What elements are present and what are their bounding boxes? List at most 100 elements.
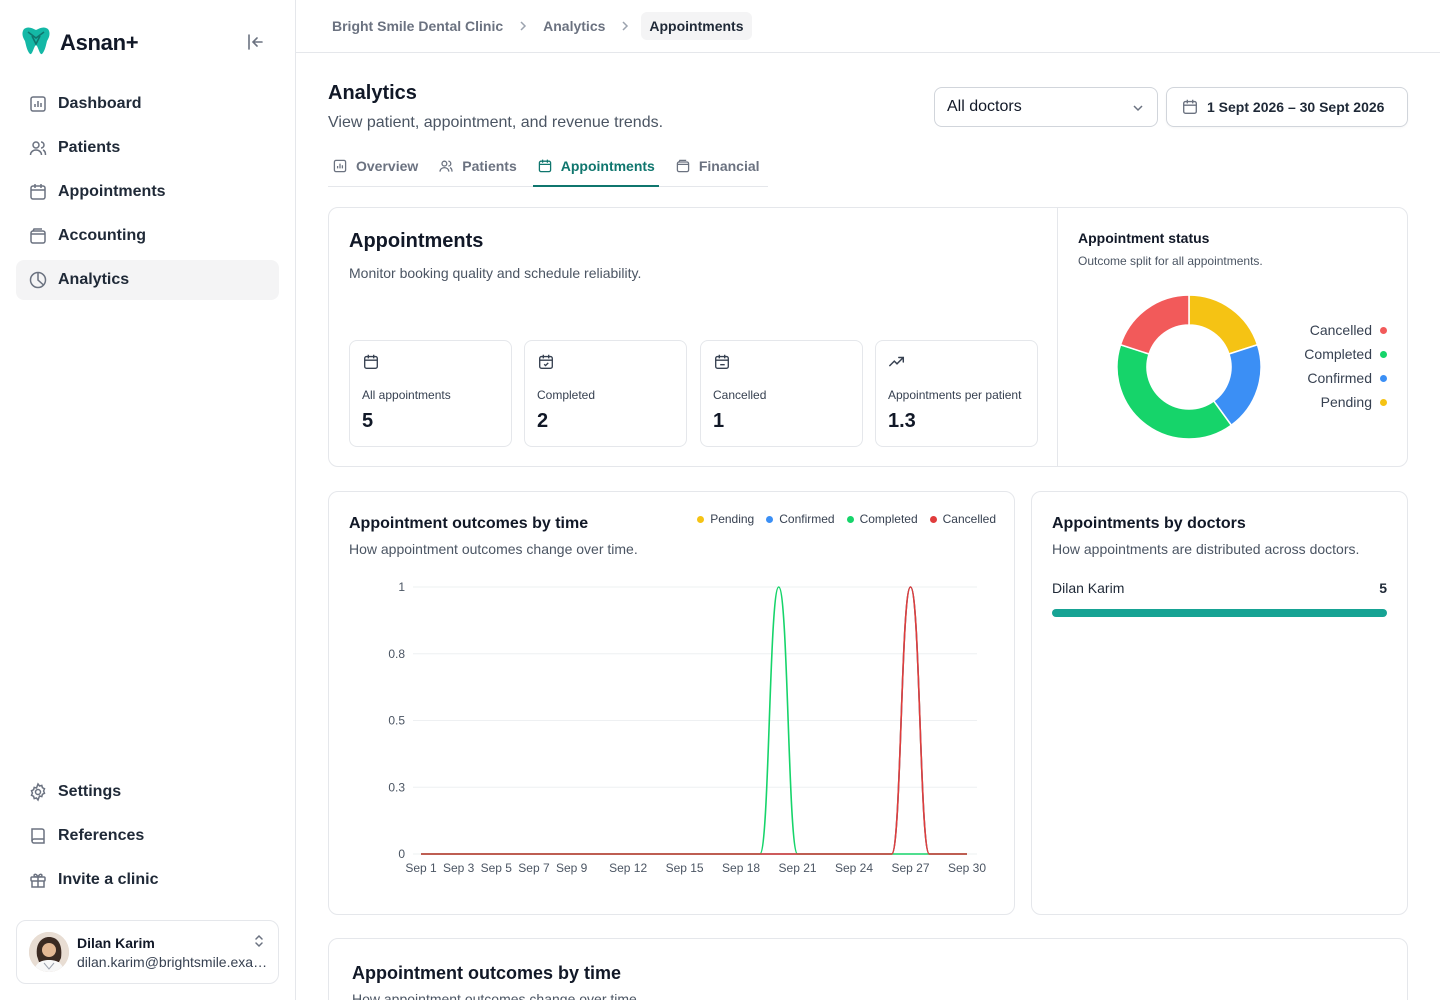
x-tick-label: Sep 18: [722, 861, 760, 875]
x-tick-label: Sep 7: [518, 861, 550, 875]
appointments-by-doctors-card: Appointments by doctors How appointments…: [1031, 491, 1408, 915]
sidebar-item-label: Dashboard: [58, 95, 142, 112]
legend-pending: Pending: [1321, 394, 1387, 410]
avatar: [29, 932, 69, 972]
date-range-value: 1 Sept 2026 – 30 Sept 2026: [1207, 99, 1385, 115]
kpi-label: Completed: [537, 388, 596, 402]
calendar-check-icon: [539, 354, 553, 369]
x-tick-label: Sep 12: [609, 861, 647, 875]
tab-appointments[interactable]: Appointments: [532, 146, 659, 187]
x-tick-label: Sep 15: [666, 861, 704, 875]
sidebar-item-invite[interactable]: Invite a clinic: [16, 860, 279, 900]
collapse-sidebar-button[interactable]: [244, 30, 268, 54]
panel-collapse-icon: [248, 34, 263, 50]
y-tick-label: 0.8: [388, 647, 405, 661]
sidebar-item-accounting[interactable]: Accounting: [16, 216, 279, 256]
legend-label: Pending: [1320, 394, 1372, 410]
legend-confirmed: Confirmed: [1307, 370, 1387, 386]
sidebar-item-patients[interactable]: Patients: [16, 128, 279, 168]
outcomes-by-time-card-2: Appointment outcomes by time How appoint…: [328, 938, 1408, 1000]
doctor-filter-select[interactable]: All doctors: [934, 87, 1158, 127]
x-tick-label: Sep 27: [891, 861, 929, 875]
doctors-description: How appointments are distributed across …: [1052, 541, 1360, 557]
sidebar-item-dashboard[interactable]: Dashboard: [16, 84, 279, 124]
x-tick-label: Sep 21: [779, 861, 817, 875]
user-menu[interactable]: Dilan Karim dilan.karim@brightsmile.exam…: [16, 920, 279, 984]
chevron-right-icon: [520, 21, 527, 31]
sidebar-item-appointments[interactable]: Appointments: [16, 172, 279, 212]
tab-label: Appointments: [560, 157, 655, 174]
topbar: Bright Smile Dental Clinic Analytics App…: [296, 0, 1440, 53]
sidebar-item-label: Analytics: [58, 271, 130, 288]
kpi-cancelled: Cancelled 1: [700, 340, 863, 447]
breadcrumb-clinic[interactable]: Bright Smile Dental Clinic: [328, 12, 507, 40]
outcomes-by-time-card: Appointment outcomes by time How appoint…: [328, 491, 1015, 915]
sidebar-item-label: Patients: [58, 139, 121, 156]
legend-dot: [1380, 374, 1387, 382]
breadcrumb-current: Appointments: [641, 12, 752, 40]
y-tick-label: 1: [398, 580, 405, 594]
kpi-value: 2: [537, 410, 549, 432]
donut-slice-completed: [1116, 343, 1233, 440]
sidebar: Asnan+ Dashboard Patients Appointments A…: [0, 0, 296, 1000]
sidebar-item-label: Appointments: [58, 183, 166, 200]
gift-icon: [30, 873, 46, 888]
legend-cancelled: Cancelled: [1310, 322, 1387, 338]
tab-label: Patients: [462, 158, 517, 174]
legend-dot: [1380, 350, 1387, 358]
calendar-icon: [1183, 99, 1197, 114]
doctor-count: 5: [1379, 580, 1387, 596]
kpi-appointments-per-patient: Appointments per patient 1.3: [875, 340, 1038, 447]
tab-label: Financial: [698, 158, 760, 174]
kpi-label: Appointments per patient: [888, 388, 1022, 402]
breadcrumb-analytics[interactable]: Analytics: [539, 12, 609, 40]
x-tick-label: Sep 30: [948, 861, 986, 875]
tab-overview[interactable]: Overview: [328, 146, 422, 186]
sidebar-item-analytics[interactable]: Analytics: [16, 260, 279, 300]
date-range-picker[interactable]: 1 Sept 2026 – 30 Sept 2026: [1166, 87, 1408, 127]
legend-label: Cancelled: [1309, 322, 1372, 338]
calendar-icon: [364, 354, 378, 369]
trending-up-icon: [889, 356, 905, 367]
sidebar-nav: Dashboard Patients Appointments Accounti…: [16, 84, 279, 304]
kpi-completed: Completed 2: [524, 340, 687, 447]
chevron-right-icon: [622, 21, 629, 31]
sidebar-item-settings[interactable]: Settings: [16, 772, 279, 812]
status-description: Outcome split for all appointments.: [1078, 254, 1263, 268]
wallet-icon: [676, 159, 690, 173]
user-name: Dilan Karim: [77, 934, 155, 951]
x-tick-label: Sep 1: [405, 861, 437, 875]
doctor-name: Dilan Karim: [1052, 580, 1125, 596]
chevron-up-down-icon: [252, 933, 266, 954]
bar-chart-icon: [30, 96, 46, 112]
doctor-filter-value: All doctors: [947, 98, 1022, 115]
chevron-down-icon: [1131, 101, 1145, 120]
bar-chart-icon: [333, 159, 347, 173]
breadcrumb: Bright Smile Dental Clinic Analytics App…: [328, 12, 752, 40]
brand-name: Asnan+: [60, 29, 139, 55]
sidebar-item-label: Invite a clinic: [58, 871, 159, 888]
status-donut-chart: [1116, 294, 1262, 440]
legend-label: Completed: [1304, 346, 1372, 362]
legend-dot: [1380, 326, 1387, 334]
calendar-icon: [538, 159, 551, 172]
kpi-value: 5: [362, 410, 374, 432]
sidebar-item-references[interactable]: References: [16, 816, 279, 856]
pie-chart-icon: [29, 271, 47, 289]
appointments-summary-card: Appointments Monitor booking quality and…: [328, 207, 1408, 467]
bottom-card-description: How appointment outcomes change over tim…: [352, 991, 641, 1000]
doctors-title: Appointments by doctors: [1052, 515, 1246, 532]
tab-patients[interactable]: Patients: [434, 146, 520, 186]
y-tick-label: 0.5: [388, 714, 405, 728]
kpi-all-appointments: All appointments 5: [349, 340, 512, 447]
wallet-icon: [30, 228, 46, 244]
doctor-bar: [1052, 609, 1387, 617]
tab-label: Overview: [356, 158, 419, 174]
bottom-card-title: Appointment outcomes by time: [352, 963, 622, 983]
calendar-icon: [30, 184, 46, 200]
kpi-label: Cancelled: [713, 388, 767, 402]
status-title: Appointment status: [1078, 230, 1210, 246]
tab-financial[interactable]: Financial: [671, 146, 764, 186]
brand[interactable]: Asnan+: [20, 24, 139, 61]
sidebar-item-label: References: [58, 827, 145, 844]
